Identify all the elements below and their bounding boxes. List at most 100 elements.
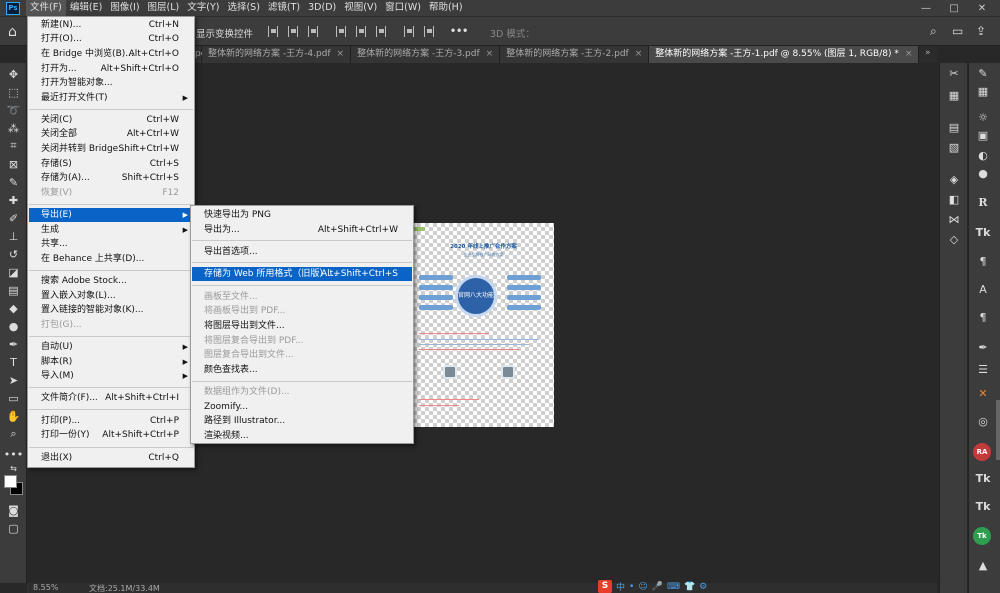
brush-icon[interactable]: ✎ <box>969 65 997 81</box>
quick-mask-icon[interactable]: ◙ <box>5 503 22 517</box>
export-menu-item[interactable]: 渲染视频... <box>192 429 412 443</box>
marquee-tool-icon[interactable]: ⬚ <box>5 85 22 99</box>
tk-plugin-icon-3[interactable]: Tk <box>969 497 997 515</box>
zoom-tool-icon[interactable]: ⌕ <box>5 427 22 441</box>
tab-doc-4[interactable]: 整体新的网络方案 -王方-4.pdf × <box>202 46 352 63</box>
menu-image[interactable]: 图像(I) <box>106 0 143 16</box>
character-icon[interactable]: A <box>969 281 997 297</box>
nodes-icon[interactable]: ⋈ <box>940 211 968 227</box>
type-tool-icon[interactable]: T <box>5 355 22 369</box>
menu-file[interactable]: 文件(F) <box>26 0 66 16</box>
screen-mode-icon[interactable]: ▢ <box>5 521 22 535</box>
menu-layer[interactable]: 图层(L) <box>144 0 184 16</box>
brush-tool-icon[interactable]: ✐ <box>5 211 22 225</box>
workspace-icon[interactable]: ▭ <box>952 24 963 38</box>
tabs-overflow-icon[interactable]: » <box>925 48 931 58</box>
gradient-tool-icon[interactable]: ▤ <box>5 283 22 297</box>
menu-filter[interactable]: 滤镜(T) <box>264 0 304 16</box>
file-menu-item[interactable]: 打印一份(Y) Alt+Shift+Ctrl+P <box>29 428 193 442</box>
more-options-button[interactable]: ••• <box>450 26 468 37</box>
scissors-icon[interactable]: ✂ <box>940 65 968 81</box>
file-menu-item[interactable]: 生成 ▶ <box>29 223 193 237</box>
menu-3d[interactable]: 3D(D) <box>304 0 340 16</box>
eyedropper-tool-icon[interactable]: ✎ <box>5 175 22 189</box>
menu-type[interactable]: 文字(Y) <box>183 0 223 16</box>
ime-skin-icon[interactable]: 👕 <box>684 582 695 592</box>
pen-tool-icon[interactable]: ✒ <box>5 337 22 351</box>
home-icon[interactable]: ⌂ <box>8 24 17 40</box>
align-vcenter-icon[interactable] <box>288 26 298 37</box>
mountain-icon[interactable]: ▲ <box>969 557 997 573</box>
file-menu-item[interactable]: 打印(P)... Ctrl+P <box>29 414 193 428</box>
document-canvas[interactable]: 2020 年线上推广合作方案 企业品牌推广网络方案 官网八大功能 <box>413 223 554 427</box>
foreground-color-swatch[interactable] <box>4 475 17 488</box>
menu-window[interactable]: 窗口(W) <box>381 0 425 16</box>
adjustments-icon[interactable]: ▦ <box>969 83 997 99</box>
menu-select[interactable]: 选择(S) <box>223 0 263 16</box>
export-menu-item[interactable]: 快速导出为 PNG <box>192 208 412 222</box>
file-menu-item[interactable]: 导入(M) ▶ <box>29 369 193 383</box>
file-menu-item[interactable]: 打开为... Alt+Shift+Ctrl+O <box>29 62 193 76</box>
grid-icon[interactable]: ▦ <box>940 87 968 103</box>
tab-doc-2[interactable]: 整体新的网络方案 -王方-2.pdf × <box>500 46 650 63</box>
frame-tool-icon[interactable]: ⊠ <box>5 157 22 171</box>
dodge-tool-icon[interactable]: ● <box>5 319 22 333</box>
tk-green-plugin-icon[interactable]: Tk <box>973 527 991 545</box>
ra-plugin-icon[interactable]: RA <box>973 443 991 461</box>
share-icon[interactable]: ⇪ <box>976 24 986 38</box>
rectangle-tool-icon[interactable]: ▭ <box>5 391 22 405</box>
export-menu-item[interactable]: 导出为... Alt+Shift+Ctrl+W <box>192 223 412 237</box>
brush-settings-icon[interactable]: ▧ <box>940 139 968 155</box>
menu-view[interactable]: 视图(V) <box>340 0 381 16</box>
file-menu-item[interactable]: 置入嵌入对象(L)... <box>29 289 193 303</box>
tab-doc-1[interactable]: 整体新的网络方案 -王方-1.pdf @ 8.55% (图层 1, RGB/8)… <box>649 46 920 63</box>
export-menu-item[interactable]: 导出首选项... <box>192 245 412 259</box>
file-menu-item[interactable]: 退出(X) Ctrl+Q <box>29 451 193 465</box>
file-menu-item[interactable]: 最近打开文件(T) ▶ <box>29 91 193 105</box>
export-menu-item[interactable]: 颜色查找表... <box>192 363 412 377</box>
file-menu-item[interactable]: 导出(E) ▶ <box>29 208 193 222</box>
tab-doc-3[interactable]: 整体新的网络方案 -王方-3.pdf × <box>351 46 501 63</box>
history-brush-icon[interactable]: ↺ <box>5 247 22 261</box>
distribute-h-icon[interactable] <box>424 26 434 37</box>
path-select-icon[interactable]: ➤ <box>5 373 22 387</box>
export-menu-item[interactable]: 路径到 Illustrator... <box>192 414 412 428</box>
align-left-icon[interactable] <box>336 26 346 37</box>
ime-chinese-mode[interactable]: 中 <box>616 580 625 593</box>
comment-icon[interactable]: ● <box>969 165 997 181</box>
default-colors-icon[interactable]: ⇆ <box>5 461 22 475</box>
document-info[interactable]: 文档:25.1M/33.4M <box>89 583 160 593</box>
quick-select-tool-icon[interactable]: ⁂ <box>5 121 22 135</box>
r-plugin-icon[interactable]: R <box>969 193 997 211</box>
file-menu-item[interactable]: 存储(S) Ctrl+S <box>29 157 193 171</box>
file-menu-item[interactable]: 在 Behance 上共享(D)... <box>29 252 193 266</box>
menu-help[interactable]: 帮助(H) <box>425 0 467 16</box>
align-hcenter-icon[interactable] <box>356 26 366 37</box>
eraser-tool-icon[interactable]: ◪ <box>5 265 22 279</box>
close-window-button[interactable]: ✕ <box>968 0 996 16</box>
export-menu-item[interactable]: Zoomify... <box>192 400 412 414</box>
lasso-tool-icon[interactable]: ➰ <box>5 103 22 117</box>
distribute-icon[interactable] <box>404 26 414 37</box>
export-menu-item[interactable]: 存储为 Web 所用格式（旧版）... Alt+Shift+Ctrl+S <box>192 267 412 281</box>
shapes-icon[interactable]: ◈ <box>940 171 968 187</box>
tab-close-icon[interactable]: × <box>905 46 913 63</box>
tools-cross-icon[interactable]: ✕ <box>969 385 997 401</box>
file-menu-item[interactable]: 脚本(R) ▶ <box>29 355 193 369</box>
tk-plugin-icon[interactable]: Tk <box>969 223 997 241</box>
file-menu-item[interactable]: 关闭并转到 Bridge... Shift+Ctrl+W <box>29 142 193 156</box>
sogou-logo[interactable]: S <box>598 580 612 593</box>
file-menu-item[interactable]: 在 Bridge 中浏览(B)... Alt+Ctrl+O <box>29 47 193 61</box>
properties-icon[interactable]: ◧ <box>940 191 968 207</box>
minimize-button[interactable]: — <box>912 0 940 16</box>
file-menu-item[interactable]: 共享... <box>29 237 193 251</box>
menu-edit[interactable]: 编辑(E) <box>66 0 106 16</box>
paragraph-icon[interactable]: ¶ <box>969 253 997 269</box>
search-icon[interactable]: ⌕ <box>930 24 937 39</box>
file-menu-item[interactable]: 打开为智能对象... <box>29 76 193 90</box>
ime-emoji-icon[interactable]: ☺ <box>638 582 647 592</box>
ime-voice-icon[interactable]: 🎤 <box>652 582 663 592</box>
file-menu-item[interactable]: 关闭全部 Alt+Ctrl+W <box>29 127 193 141</box>
blur-tool-icon[interactable]: ◆ <box>5 301 22 315</box>
tk-plugin-icon-2[interactable]: Tk <box>969 469 997 487</box>
